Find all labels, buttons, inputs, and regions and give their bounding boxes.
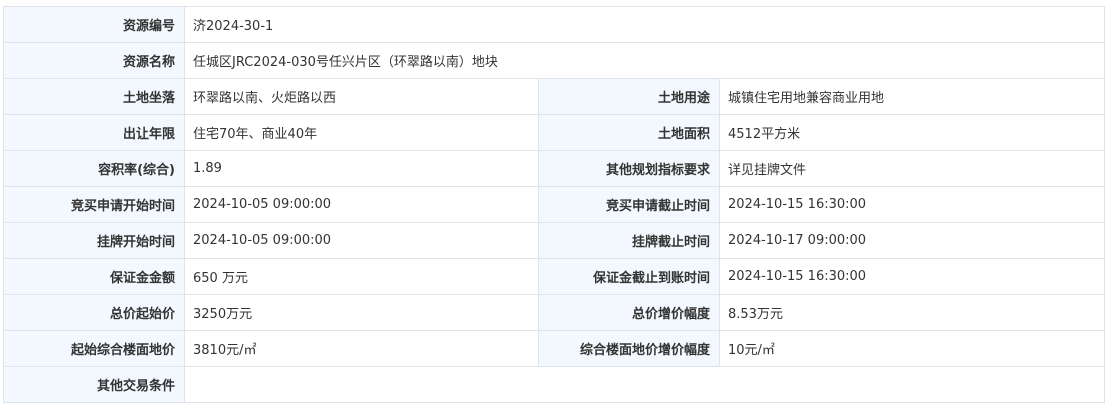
label-land-location: 土地坐落 <box>3 78 185 115</box>
value-other-conditions <box>183 366 1106 403</box>
value-resource-code: 济2024-30-1 <box>183 6 1106 43</box>
value-land-area: 4512平方米 <box>718 114 1106 151</box>
label-resource-name: 资源名称 <box>3 42 185 79</box>
label-plot-ratio: 容积率(综合) <box>3 150 185 187</box>
value-application-start: 2024-10-05 09:00:00 <box>184 186 539 223</box>
label-land-use: 土地用途 <box>538 78 720 115</box>
row-application-time: 竞买申请开始时间 2024-10-05 09:00:00 竞买申请截止时间 20… <box>3 186 1106 223</box>
value-land-use: 城镇住宅用地兼容商业用地 <box>718 78 1106 115</box>
row-land-location: 土地坐落 环翠路以南、火炬路以西 土地用途 城镇住宅用地兼容商业用地 <box>3 78 1106 115</box>
value-price-increment: 8.53万元 <box>718 294 1106 331</box>
value-floor-price: 3810元/㎡ <box>184 330 539 367</box>
label-listing-start: 挂牌开始时间 <box>3 222 185 259</box>
value-resource-name: 任城区JRC2024-030号任兴片区（环翠路以南）地块 <box>183 42 1106 79</box>
label-transfer-term: 出让年限 <box>3 114 185 151</box>
value-plot-ratio: 1.89 <box>184 150 539 187</box>
value-deposit-amount: 650 万元 <box>184 258 539 295</box>
label-listing-end: 挂牌截止时间 <box>538 222 720 259</box>
label-floor-price: 起始综合楼面地价 <box>3 330 185 367</box>
label-deposit-amount: 保证金金额 <box>3 258 185 295</box>
value-listing-start: 2024-10-05 09:00:00 <box>184 222 539 259</box>
label-application-end: 竞买申请截止时间 <box>538 186 720 223</box>
row-deposit: 保证金金额 650 万元 保证金截止到账时间 2024-10-15 16:30:… <box>3 258 1106 295</box>
label-floor-price-increment: 综合楼面地价增价幅度 <box>538 330 720 367</box>
label-deposit-deadline: 保证金截止到账时间 <box>538 258 720 295</box>
row-other-conditions: 其他交易条件 <box>3 366 1106 403</box>
row-resource-code: 资源编号 济2024-30-1 <box>3 6 1106 43</box>
land-resource-info: 资源编号 济2024-30-1 资源名称 任城区JRC2024-030号任兴片区… <box>3 6 1106 403</box>
row-plot-ratio: 容积率(综合) 1.89 其他规划指标要求 详见挂牌文件 <box>3 150 1106 187</box>
value-transfer-term: 住宅70年、商业40年 <box>184 114 539 151</box>
row-listing-time: 挂牌开始时间 2024-10-05 09:00:00 挂牌截止时间 2024-1… <box>3 222 1106 259</box>
label-land-area: 土地面积 <box>538 114 720 151</box>
value-deposit-deadline: 2024-10-15 16:30:00 <box>718 258 1106 295</box>
row-transfer-term: 出让年限 住宅70年、商业40年 土地面积 4512平方米 <box>3 114 1106 151</box>
label-resource-code: 资源编号 <box>3 6 185 43</box>
label-application-start: 竞买申请开始时间 <box>3 186 185 223</box>
value-listing-end: 2024-10-17 09:00:00 <box>718 222 1106 259</box>
land-info-table: 资源编号 济2024-30-1 资源名称 任城区JRC2024-030号任兴片区… <box>3 6 1106 403</box>
value-other-planning: 详见挂牌文件 <box>718 150 1106 187</box>
value-application-end: 2024-10-15 16:30:00 <box>718 186 1106 223</box>
value-land-location: 环翠路以南、火炬路以西 <box>184 78 539 115</box>
row-floor-price: 起始综合楼面地价 3810元/㎡ 综合楼面地价增价幅度 10元/㎡ <box>3 330 1106 367</box>
row-total-price: 总价起始价 3250万元 总价增价幅度 8.53万元 <box>3 294 1106 331</box>
value-floor-price-increment: 10元/㎡ <box>718 330 1106 367</box>
label-starting-price: 总价起始价 <box>3 294 185 331</box>
label-other-planning: 其他规划指标要求 <box>538 150 720 187</box>
row-resource-name: 资源名称 任城区JRC2024-030号任兴片区（环翠路以南）地块 <box>3 42 1106 79</box>
label-price-increment: 总价增价幅度 <box>538 294 720 331</box>
value-starting-price: 3250万元 <box>184 294 539 331</box>
label-other-conditions: 其他交易条件 <box>3 366 185 403</box>
